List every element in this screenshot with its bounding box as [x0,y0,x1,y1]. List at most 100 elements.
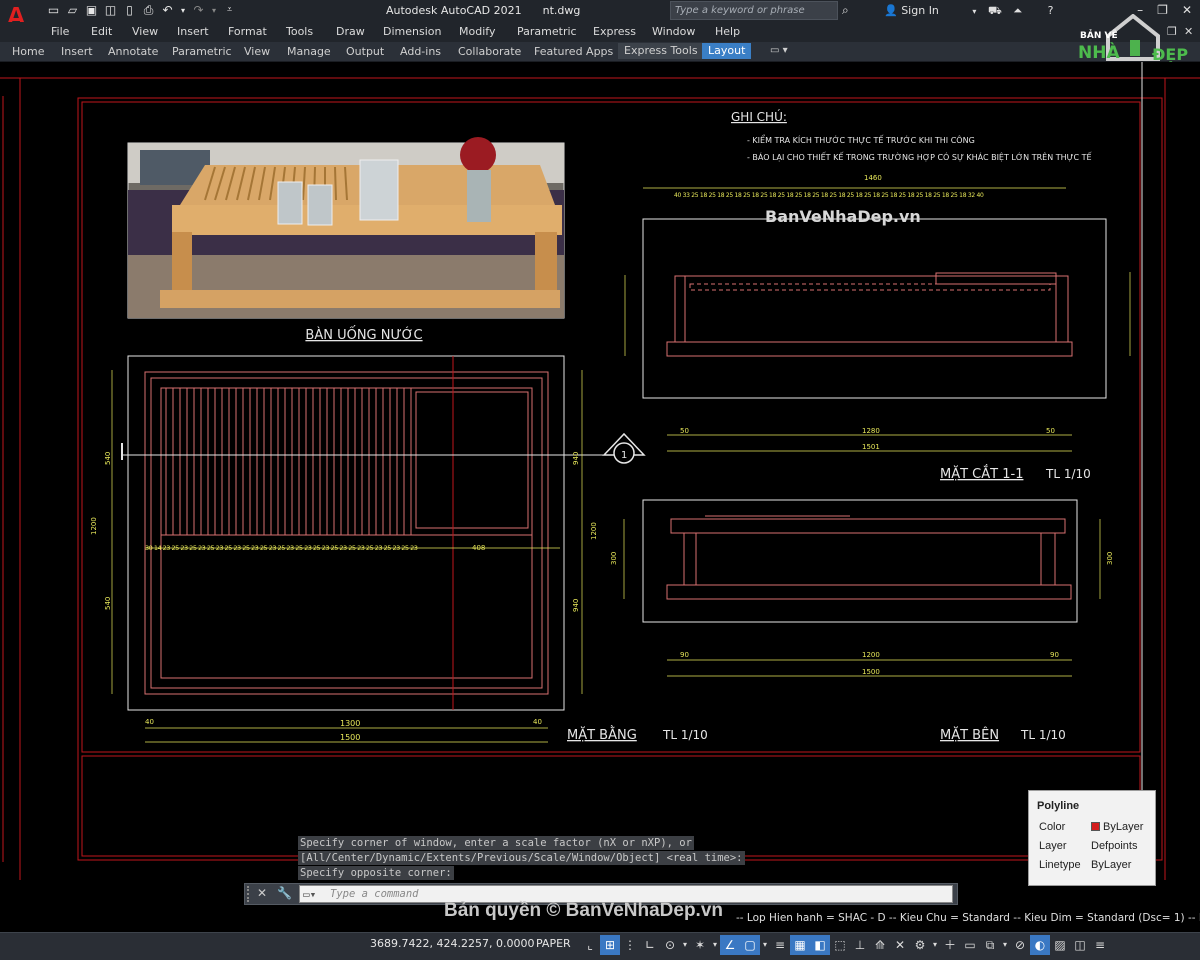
menu-tools[interactable]: Tools [286,25,313,38]
command-history-line-1: Specify corner of window, enter a scale … [298,836,694,850]
ortho-icon[interactable]: ∟ [640,935,660,955]
menu-help[interactable]: Help [715,25,740,38]
graphics-performance-icon[interactable]: ▨ [1050,935,1070,955]
menu-window[interactable]: Window [652,25,695,38]
workspace-dropdown-icon[interactable]: ▾ [930,935,940,955]
quick-properties-dropdown-icon[interactable]: ▾ [1000,935,1010,955]
tab-featured-apps[interactable]: Featured Apps [534,45,613,58]
menu-modify[interactable]: Modify [459,25,495,38]
quick-properties-icon[interactable]: ⧉ [980,935,1000,955]
tab-parametric[interactable]: Parametric [172,45,232,58]
isodraft-icon[interactable]: ✶ [690,935,710,955]
tab-annotate[interactable]: Annotate [108,45,158,58]
sign-in-button[interactable]: 👤 Sign In ▾ ⛟ ⏶ ? [884,4,1053,19]
close-command-line-icon[interactable]: ✕ [257,886,267,900]
isodraft-dropdown-icon[interactable]: ▾ [710,935,720,955]
dim-section-1501: 1501 [862,443,880,451]
osnap-dropdown-icon[interactable]: ▾ [760,935,770,955]
menu-view[interactable]: View [132,25,158,38]
menu-express[interactable]: Express [593,25,636,38]
undo-icon[interactable]: ↶ [160,3,175,18]
command-history-line-3: Specify opposite corner: [298,866,454,880]
layout-drawing[interactable]: BÀN UỐNG NƯỚC GHI CHÚ: - KIỂM TRA KÍCH T… [0,62,1200,880]
sign-in-label: Sign In [901,4,939,17]
save-icon[interactable]: ▣ [84,3,99,18]
autodesk-app-icon[interactable]: ⏶ [1013,4,1022,17]
side-view[interactable]: 1200 90 90 1500 300 300 [610,499,1114,677]
watermark-logo-left: NHÀ [1078,41,1120,63]
customize-wrench-icon[interactable]: 🔧 [277,886,292,900]
3d-osnap-icon[interactable]: ⬚ [830,935,850,955]
tab-collaborate[interactable]: Collaborate [458,45,521,58]
polar-icon[interactable]: ⊙ [660,935,680,955]
tab-manage[interactable]: Manage [287,45,331,58]
tab-output[interactable]: Output [346,45,384,58]
object-snap-icon[interactable]: ▢ [740,935,760,955]
search-icon[interactable]: ⌕ [842,3,849,18]
plan-view[interactable]: 408 30 14 23 25 23 25 23 25 23 25 23 25 … [90,355,606,743]
object-snap-tracking-icon[interactable]: ∠ [720,935,740,955]
help-icon[interactable]: ? [1048,4,1054,17]
menu-format[interactable]: Format [228,25,267,38]
save-as-icon[interactable]: ◫ [103,3,118,18]
snap-icon[interactable]: ⋮ [620,935,640,955]
undo-dropdown-icon[interactable]: ▾ [179,3,187,18]
menu-dimension[interactable]: Dimension [383,25,441,38]
search-input[interactable]: Type a keyword or phrase [670,1,838,20]
menu-file[interactable]: File [51,25,69,38]
command-line-grip[interactable] [247,886,253,902]
notes-title: GHI CHÚ: [731,109,787,124]
open-file-icon[interactable]: ▱ [65,3,80,18]
command-prompt-icon[interactable]: ▭▾ [303,887,316,903]
quick-properties-panel[interactable]: Polyline Color ByLayer Layer Defpoints L… [1028,790,1156,886]
customize-qat-icon[interactable]: ⩡ [222,3,237,18]
menu-insert[interactable]: Insert [177,25,209,38]
selection-filter-icon[interactable]: ⟰ [870,935,890,955]
tab-express-tools[interactable]: Express Tools [618,43,704,59]
tab-insert[interactable]: Insert [61,45,93,58]
lock-ui-icon[interactable]: ⊘ [1010,935,1030,955]
menu-parametric[interactable]: Parametric [517,25,577,38]
tab-view[interactable]: View [244,45,270,58]
lineweight-icon[interactable]: ≡ [770,935,790,955]
units-icon[interactable]: ▭ [960,935,980,955]
tab-add-ins[interactable]: Add-ins [400,45,441,58]
menu-draw[interactable]: Draw [336,25,365,38]
plan-scale: TL 1/10 [662,728,708,742]
selection-cycling-icon[interactable]: ◧ [810,935,830,955]
dim-plan-40-left: 40 [145,718,154,726]
tab-home[interactable]: Home [12,45,44,58]
coordinates-readout[interactable]: 3689.7422, 424.2257, 0.0000 [370,937,534,950]
model-space-icon[interactable]: ⌞ [580,935,600,955]
polar-dropdown-icon[interactable]: ▾ [680,935,690,955]
qp-color-value[interactable]: ByLayer [1091,821,1143,833]
qp-layer-value[interactable]: Defpoints [1091,840,1137,852]
customization-icon[interactable]: ≡ [1090,935,1110,955]
tab-layout[interactable]: Layout [702,43,752,59]
menu-edit[interactable]: Edit [91,25,112,38]
sign-in-dropdown-icon[interactable]: ▾ [972,7,976,16]
grid-icon[interactable]: ⊞ [600,935,620,955]
dynamic-ucs-icon[interactable]: ⊥ [850,935,870,955]
isolate-objects-icon[interactable]: ◐ [1030,935,1050,955]
redo-icon[interactable]: ↷ [191,3,206,18]
new-file-icon[interactable]: ▭ [46,3,61,18]
workspace-gear-icon[interactable]: ⚙ [910,935,930,955]
plot-icon[interactable]: ⎙ [141,3,156,18]
drawing-canvas[interactable]: BÀN UỐNG NƯỚC GHI CHÚ: - KIỂM TRA KÍCH T… [0,62,1200,880]
dim-plan-1300: 1300 [340,719,360,728]
cart-icon[interactable]: ⛟ [988,4,1002,17]
transparency-icon[interactable]: ▦ [790,935,810,955]
note-1: - KIỂM TRA KÍCH THƯỚC THỰC TẾ TRƯỚC KHI … [747,133,975,145]
clean-screen-icon[interactable]: ◫ [1070,935,1090,955]
section-marker[interactable]: 1 [602,432,646,464]
web-mobile-icon[interactable]: ▯ [122,3,137,18]
paper-space-toggle[interactable]: PAPER [536,937,571,950]
status-tools: ⌞ ⊞ ⋮ ∟ ⊙ ▾ ✶ ▾ ∠ ▢ ▾ ≡ ▦ ◧ ⬚ ⊥ ⟰ ✕ ⚙ ▾ … [580,935,1110,955]
gizmo-icon[interactable]: ✕ [890,935,910,955]
annotation-monitor-icon[interactable]: ＋ [940,935,960,955]
qp-linetype-value[interactable]: ByLayer [1091,859,1131,871]
ribbon-panel-toggle-icon[interactable]: ▭ ▾ [770,45,788,56]
redo-dropdown-icon[interactable]: ▾ [210,3,218,18]
dim-plan-1200-left: 1200 [90,517,98,535]
